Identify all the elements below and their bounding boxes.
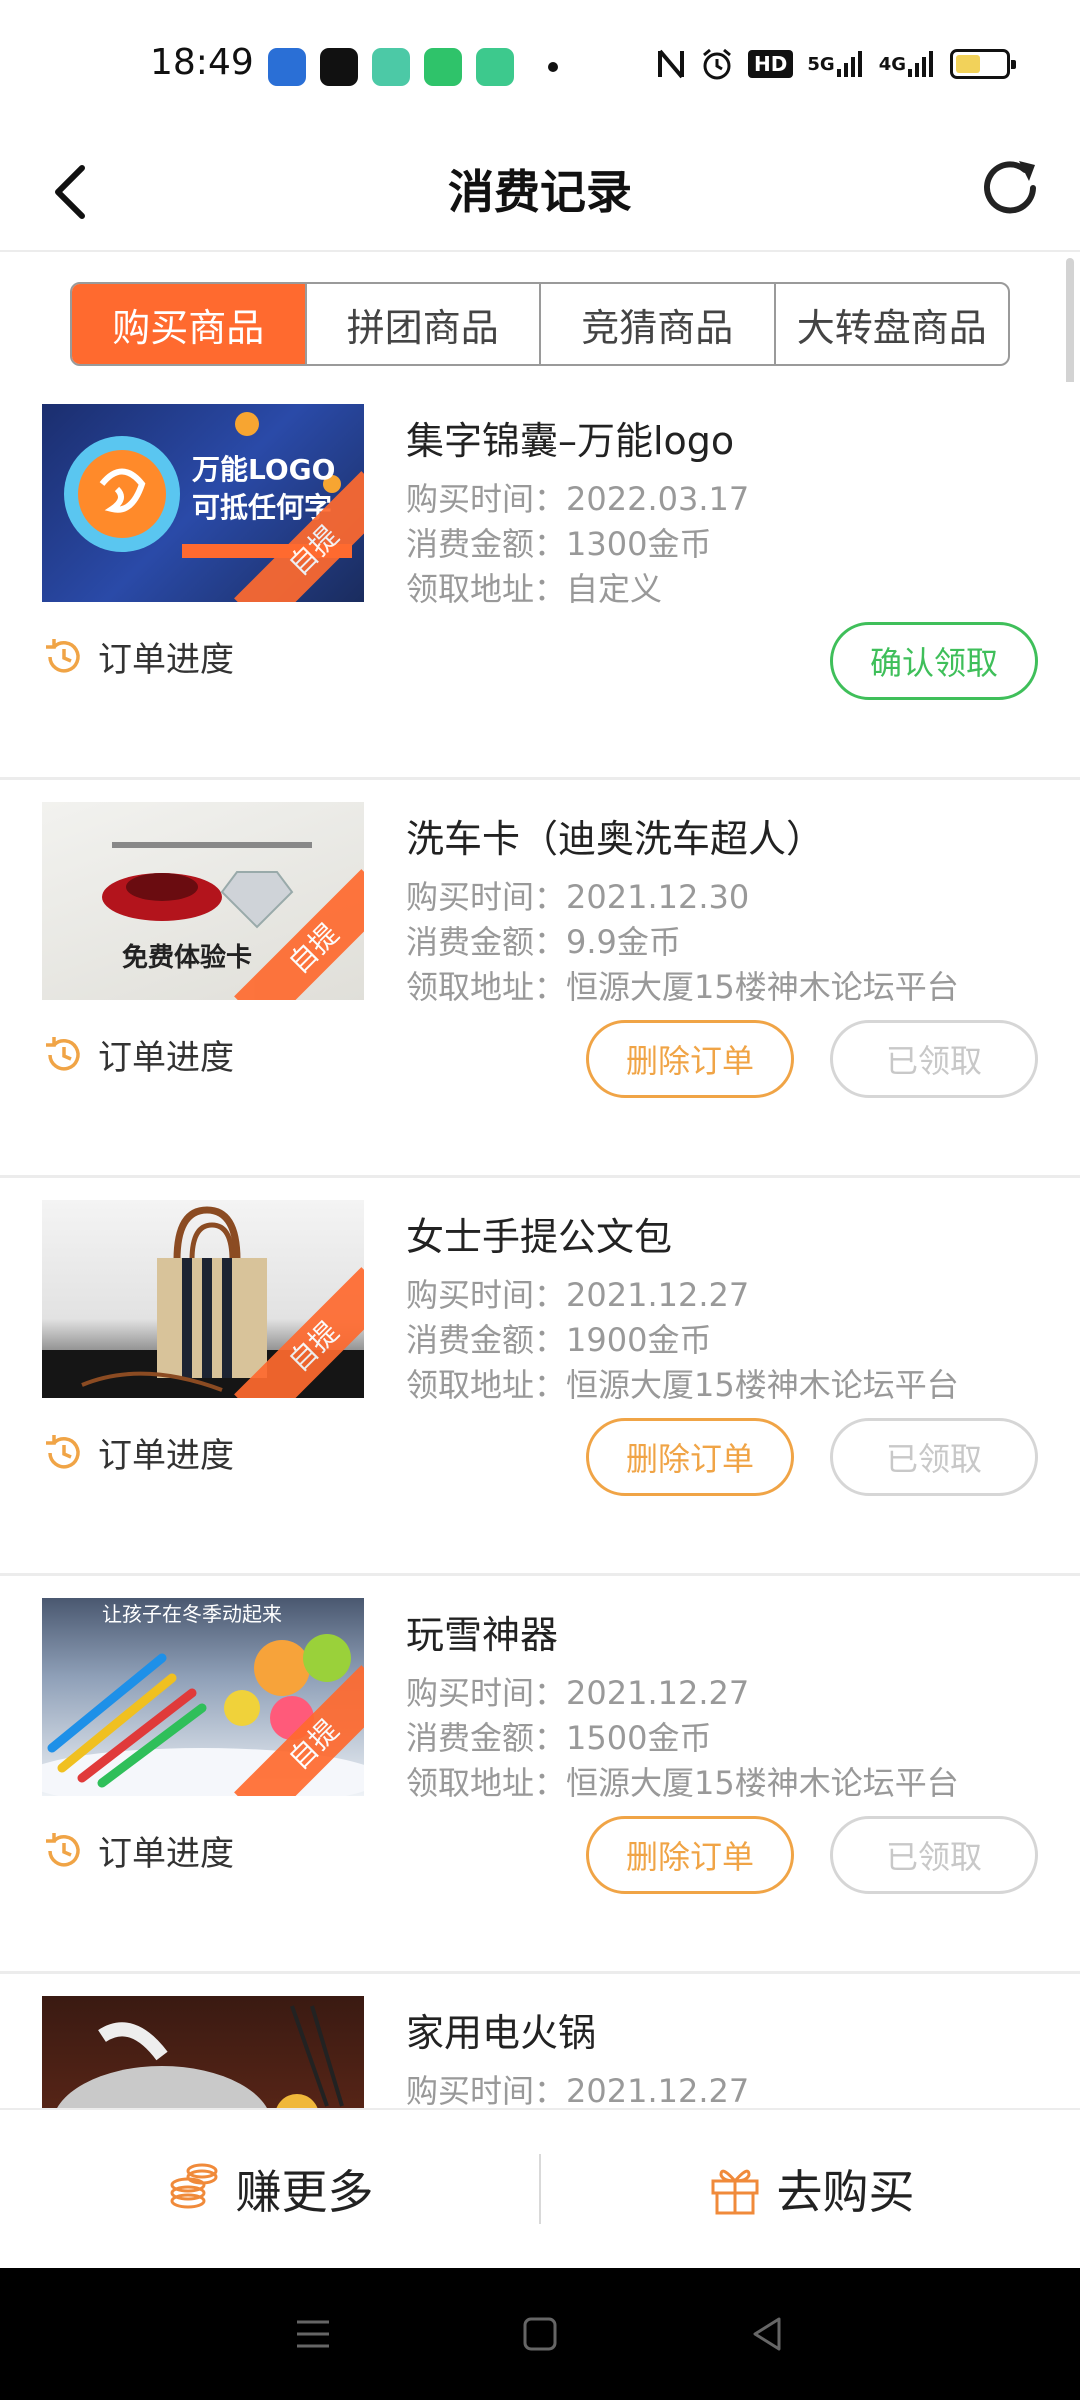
- refresh-icon: [984, 161, 1036, 214]
- back-triangle-icon[interactable]: [747, 2314, 787, 2354]
- thumb-text: 免费体验卡: [122, 943, 253, 973]
- product-image: [42, 1996, 364, 2108]
- home-icon[interactable]: [520, 2314, 560, 2354]
- purchase-time: 购买时间：2021.12.27: [406, 2072, 750, 2108]
- system-navigation-bar: [0, 2268, 1080, 2400]
- received-status-button: 已领取: [830, 1816, 1038, 1894]
- 4g-label: 4G: [878, 53, 906, 75]
- nfc-icon: [656, 46, 686, 82]
- order-item[interactable]: 万能LOGO 可抵任何字 自提 集字锦囊–万能logo 购买时间：2022.03…: [0, 382, 1080, 780]
- product-title: 女士手提公文包: [406, 1215, 673, 1259]
- history-clock-icon: [46, 1434, 80, 1469]
- battery-icon: [950, 49, 1016, 79]
- app-notification-icon: [268, 48, 306, 86]
- product-title: 洗车卡（迪奥洗车超人）: [406, 817, 825, 861]
- tab-purchased-goods[interactable]: 购买商品: [72, 284, 305, 364]
- coins-icon: [170, 2163, 217, 2209]
- purchase-time: 购买时间：2021.12.27: [406, 1276, 750, 1314]
- order-progress-link[interactable]: 订单进度: [42, 1428, 234, 1477]
- product-image: 万能LOGO 可抵任何字 自提: [42, 404, 364, 602]
- delete-order-button[interactable]: 删除订单: [586, 1418, 794, 1496]
- 5g-signal-icon: 5G: [807, 46, 864, 82]
- order-progress-link[interactable]: 订单进度: [42, 632, 234, 681]
- page-title: 消费记录: [448, 165, 632, 219]
- category-tabs: 购买商品 拼团商品 竞猜商品 大转盘商品: [70, 282, 1010, 366]
- more-notifications-icon: [548, 62, 558, 72]
- order-progress-link[interactable]: 订单进度: [42, 1826, 234, 1875]
- app-notification-icon: [372, 48, 410, 86]
- hd-icon: HD: [748, 46, 794, 82]
- order-item[interactable]: 免费体验卡 自提 洗车卡（迪奥洗车超人） 购买时间：2021.12.30 消费金…: [0, 780, 1080, 1178]
- pickup-address: 领取地址：恒源大厦15楼神木论坛平台: [406, 1764, 959, 1802]
- order-item[interactable]: 自提 女士手提公文包 购买时间：2021.12.27 消费金额：1900金币 领…: [0, 1178, 1080, 1576]
- status-time: 18:49: [150, 42, 254, 83]
- received-status-button: 已领取: [830, 1418, 1038, 1496]
- order-progress-link[interactable]: 订单进度: [42, 1030, 234, 1079]
- 4g-signal-icon: 4G: [879, 46, 936, 82]
- hd-label: HD: [748, 50, 794, 78]
- tab-guessing-goods[interactable]: 竞猜商品: [539, 284, 774, 364]
- history-clock-icon: [46, 638, 80, 673]
- thumb-text: 万能LOGO: [192, 453, 336, 486]
- gift-icon: [711, 2169, 758, 2215]
- tab-lucky-wheel-goods[interactable]: 大转盘商品: [773, 284, 1009, 364]
- go-buy-button[interactable]: 去购买: [541, 2156, 1080, 2222]
- product-image: 自提: [42, 1200, 364, 1398]
- purchase-time: 购买时间：2022.03.17: [406, 480, 750, 518]
- hot-pot-illustration: [57, 2005, 344, 2108]
- tab-group-buy-goods[interactable]: 拼团商品: [304, 284, 540, 364]
- product-image: 让孩子在冬季动起来 自提: [42, 1598, 364, 1796]
- notification-icons: [268, 48, 558, 86]
- pickup-address: 领取地址：恒源大厦15楼神木论坛平台: [406, 968, 959, 1006]
- order-progress-label: 订单进度: [98, 1436, 234, 1476]
- purchase-time: 购买时间：2021.12.30: [406, 878, 750, 916]
- earn-more-label: 赚更多: [235, 2165, 374, 2219]
- delete-order-button[interactable]: 删除订单: [586, 1816, 794, 1894]
- product-title: 家用电火锅: [406, 2011, 597, 2055]
- order-item[interactable]: 让孩子在冬季动起来 自提 玩雪神器 购买时间：2021.12.27 消费金额：1…: [0, 1576, 1080, 1974]
- confirm-receipt-button[interactable]: 确认领取: [830, 622, 1038, 700]
- go-buy-label: 去购买: [776, 2165, 915, 2219]
- amount-spent: 消费金额：1900金币: [406, 1321, 712, 1359]
- tiktok-icon: [320, 48, 358, 86]
- battery-level: [956, 55, 980, 73]
- menu-icon[interactable]: [293, 2314, 333, 2354]
- received-status-button: 已领取: [830, 1020, 1038, 1098]
- order-progress-label: 订单进度: [98, 1834, 234, 1874]
- product-image: 免费体验卡 自提: [42, 802, 364, 1000]
- pickup-address: 领取地址：自定义: [406, 570, 663, 608]
- thumb-text: 让孩子在冬季动起来: [102, 1602, 282, 1626]
- history-clock-icon: [46, 1036, 80, 1071]
- amount-spent: 消费金额：9.9金币: [406, 923, 681, 961]
- order-progress-label: 订单进度: [98, 640, 234, 680]
- amount-spent: 消费金额：1500金币: [406, 1719, 712, 1757]
- 5g-label: 5G: [807, 53, 835, 75]
- product-title: 集字锦囊–万能logo: [406, 419, 735, 463]
- order-progress-label: 订单进度: [98, 1038, 234, 1078]
- amount-spent: 消费金额：1300金币: [406, 525, 712, 563]
- delete-order-button[interactable]: 删除订单: [586, 1020, 794, 1098]
- pickup-address: 领取地址：恒源大厦15楼神木论坛平台: [406, 1366, 959, 1404]
- app-notification-icon: [424, 48, 462, 86]
- product-title: 玩雪神器: [406, 1613, 559, 1657]
- top-navigation-bar: 消费记录: [0, 130, 1080, 252]
- app-notification-icon: [476, 48, 514, 86]
- history-clock-icon: [46, 1832, 80, 1867]
- bottom-action-bar: 赚更多 去购买: [0, 2108, 1080, 2268]
- alarm-icon: [700, 46, 734, 82]
- refresh-button[interactable]: [970, 148, 1050, 228]
- purchase-time: 购买时间：2021.12.27: [406, 1674, 750, 1712]
- status-bar: 18:49 HD 5G 4G: [0, 0, 1080, 130]
- order-item[interactable]: 家用电火锅 购买时间：2021.12.27: [0, 1974, 1080, 2108]
- earn-more-button[interactable]: 赚更多: [0, 2156, 539, 2222]
